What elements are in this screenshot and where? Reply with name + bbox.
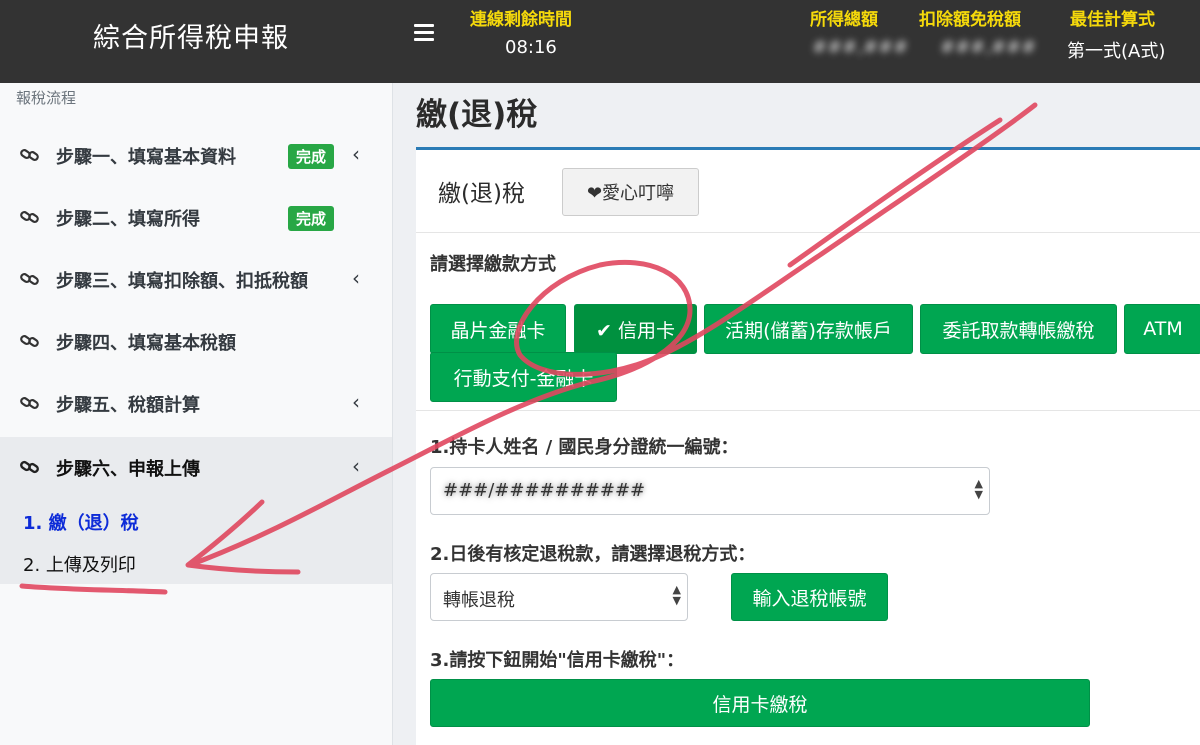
savings-account-button[interactable]: 活期(儲蓄)存款帳戶 <box>704 304 913 354</box>
refund-method-label: 2.日後有核定退稅款，請選擇退稅方式： <box>430 544 756 565</box>
select-arrows-icon: ▲ ▼ <box>974 477 983 501</box>
complete-badge: 完成 <box>288 144 335 169</box>
divider <box>416 232 1200 233</box>
app-title: 綜合所得稅申報 <box>93 23 289 54</box>
page-title: 繳(退)稅 <box>416 97 538 133</box>
payment-card: 繳(退)稅 ❤愛心叮嚀 請選擇繳款方式 晶片金融卡 ✔ 信用卡 活期(儲蓄)存款… <box>416 147 1200 745</box>
income-total-label: 所得總額 <box>810 10 878 30</box>
sidebar-step-5[interactable]: 步驟五、稅額計算 ‹ <box>0 373 392 435</box>
best-method-label: 最佳計算式 <box>1070 10 1155 30</box>
step-label: 步驟二、填寫所得 <box>56 209 200 230</box>
substep-upload-print[interactable]: 2. 上傳及列印 <box>23 551 136 577</box>
refund-method-select[interactable]: 轉帳退稅 ▲ ▼ <box>430 573 688 621</box>
refund-method-value: 轉帳退稅 <box>443 590 515 611</box>
sidebar-step-3[interactable]: 步驟三、填寫扣除額、扣抵稅額 ‹ <box>0 249 392 311</box>
sidebar-step-2[interactable]: 步驟二、填寫所得 完成 <box>0 187 392 249</box>
session-time-label: 連線剩餘時間 <box>470 10 572 30</box>
substep-list: 1. 繳（退）稅 2. 上傳及列印 <box>0 499 392 584</box>
substep-pay-refund[interactable]: 1. 繳（退）稅 <box>23 509 139 535</box>
chevron-left-icon: ‹ <box>352 142 360 166</box>
link-icon <box>20 335 39 347</box>
step-label: 步驟五、稅額計算 <box>56 395 200 416</box>
link-icon <box>20 149 39 161</box>
complete-badge: 完成 <box>288 206 335 231</box>
link-icon <box>20 397 39 409</box>
step-label: 步驟三、填寫扣除額、扣抵稅額 <box>56 271 308 292</box>
cardholder-id-value: ###/########## <box>443 480 646 501</box>
step-label: 步驟四、填寫基本稅額 <box>56 333 236 354</box>
main-content: 繳(退)稅 繳(退)稅 ❤愛心叮嚀 請選擇繳款方式 晶片金融卡 ✔ 信用卡 活期… <box>394 83 1200 745</box>
step-label: 步驟六、申報上傳 <box>56 459 200 480</box>
refund-account-button[interactable]: 輸入退稅帳號 <box>731 573 888 621</box>
hamburger-menu-icon[interactable] <box>414 24 434 42</box>
sidebar-step-1[interactable]: 步驟一、填寫基本資料 完成 ‹ <box>0 125 392 187</box>
income-total-value: ###,### <box>812 37 909 58</box>
cardholder-id-select[interactable]: ###/########## ▲ ▼ <box>430 467 990 515</box>
sidebar: 報稅流程 步驟一、填寫基本資料 完成 ‹ 步驟二、填寫所得 完成 步驟三、填寫扣… <box>0 83 393 745</box>
link-icon <box>20 211 39 223</box>
select-arrows-icon: ▲ ▼ <box>672 583 681 607</box>
chevron-left-icon: ‹ <box>352 266 360 290</box>
best-method-value: 第一式(A式) <box>1067 41 1166 62</box>
sidebar-heading: 報稅流程 <box>16 89 77 107</box>
chevron-left-icon: ‹ <box>352 390 360 414</box>
link-icon <box>20 460 39 474</box>
deduction-label: 扣除額免稅額 <box>919 10 1021 30</box>
payment-method-label: 請選擇繳款方式 <box>430 254 556 275</box>
cardholder-id-label: 1.持卡人姓名 / 國民身分證統一編號： <box>430 437 739 458</box>
chip-card-button[interactable]: 晶片金融卡 <box>430 304 566 354</box>
card-title: 繳(退)稅 <box>438 181 525 207</box>
step-label: 步驟一、填寫基本資料 <box>56 147 236 168</box>
credit-card-pay-button[interactable]: 信用卡繳稅 <box>430 679 1090 727</box>
auto-debit-button[interactable]: 委託取款轉帳繳稅 <box>920 304 1117 354</box>
credit-card-button[interactable]: ✔ 信用卡 <box>574 304 697 354</box>
credit-pay-label: 3.請按下鈕開始"信用卡繳稅"： <box>430 650 685 671</box>
sidebar-step-6[interactable]: 步驟六、申報上傳 ‹ <box>0 437 392 499</box>
session-time-value: 08:16 <box>505 37 557 58</box>
chevron-left-icon: ‹ <box>352 454 360 478</box>
reminder-button[interactable]: ❤愛心叮嚀 <box>562 168 699 216</box>
sidebar-step-4[interactable]: 步驟四、填寫基本稅額 <box>0 311 392 373</box>
atm-button[interactable]: ATM <box>1124 304 1200 354</box>
deduction-value: ###,### <box>940 37 1037 58</box>
mobile-pay-button[interactable]: 行動支付-金融卡 <box>430 352 617 402</box>
link-icon <box>20 273 39 285</box>
top-header: 綜合所得稅申報 連線剩餘時間 08:16 所得總額 ###,### 扣除額免稅額… <box>0 0 1200 83</box>
divider <box>416 410 1200 411</box>
